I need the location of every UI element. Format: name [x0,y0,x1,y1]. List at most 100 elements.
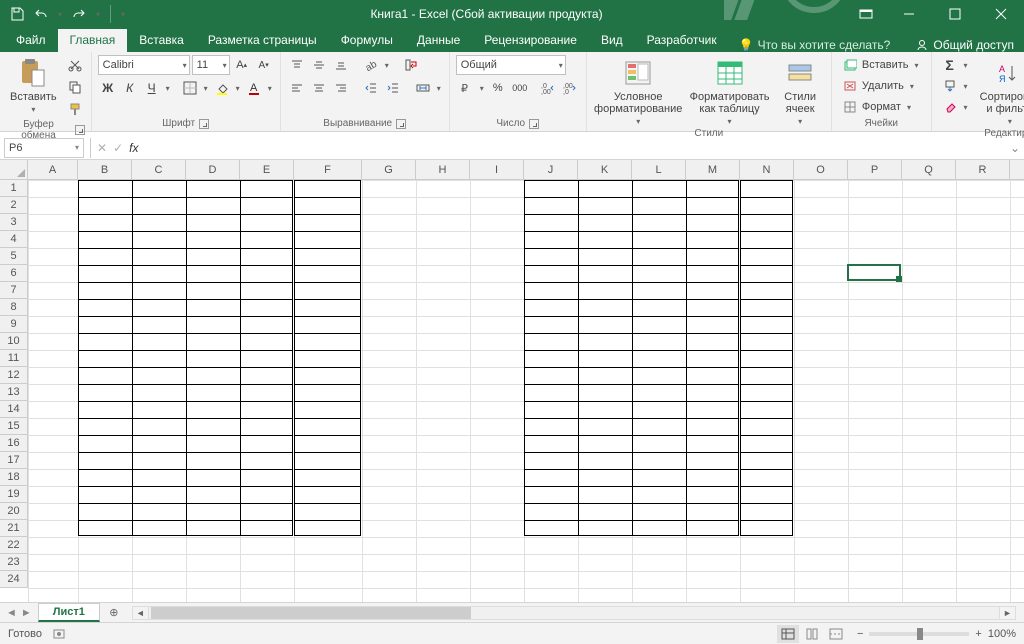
dialog-launcher-icon[interactable] [396,119,406,129]
number-format-combo[interactable]: Общий▾ [456,55,566,75]
row-header[interactable]: 16 [0,435,27,452]
bold-button[interactable]: Ж [98,78,118,98]
font-color-icon[interactable]: A [244,78,264,98]
paste-button[interactable]: Вставить ▾ [6,55,61,116]
tab-формулы[interactable]: Формулы [329,29,405,52]
col-header[interactable]: I [470,160,524,179]
tab-вид[interactable]: Вид [589,29,635,52]
row-header[interactable]: 1 [0,180,27,197]
tab-вставка[interactable]: Вставка [127,29,196,52]
fx-icon[interactable]: fx [129,141,138,155]
row-header[interactable]: 11 [0,350,27,367]
fill-button[interactable]: ▾ [938,76,974,96]
tab-данные[interactable]: Данные [405,29,472,52]
horizontal-scrollbar[interactable]: ◄ ► [132,606,1016,620]
format-cells-button[interactable]: Формат▾ [838,97,917,117]
view-normal-icon[interactable] [777,625,799,643]
borders-icon[interactable] [180,78,200,98]
decrease-decimal-icon[interactable]: ,00,0 [560,78,580,98]
row-header[interactable]: 21 [0,520,27,537]
cut-icon[interactable] [65,55,85,75]
zoom-slider[interactable] [869,632,969,636]
increase-indent-icon[interactable] [383,78,403,98]
dialog-launcher-icon[interactable] [75,125,85,135]
comma-format-icon[interactable]: 000 [510,78,530,98]
row-header[interactable]: 24 [0,571,27,588]
row-headers[interactable]: 123456789101112131415161718192021222324 [0,180,28,588]
view-page-break-icon[interactable] [825,625,847,643]
select-all-triangle[interactable] [0,160,28,180]
maximize-icon[interactable] [932,0,978,28]
col-header[interactable]: O [794,160,848,179]
conditional-formatting-button[interactable]: Условное форматирование▾ [593,55,684,128]
close-icon[interactable] [978,0,1024,28]
row-header[interactable]: 23 [0,554,27,571]
row-header[interactable]: 6 [0,265,27,282]
col-header[interactable]: P [848,160,902,179]
format-painter-icon[interactable] [65,99,85,119]
tell-me[interactable]: 💡 Что вы хотите сделать? [739,38,891,52]
dialog-launcher-icon[interactable] [199,119,209,129]
col-header[interactable]: B [78,160,132,179]
enter-formula-icon[interactable]: ✓ [113,141,123,155]
ribbon-display-options-icon[interactable] [846,7,886,21]
insert-cells-button[interactable]: Вставить▾ [838,55,925,75]
tab-file[interactable]: Файл [4,29,58,52]
column-headers[interactable]: ABCDEFGHIJKLMNOPQR [28,160,1024,180]
dialog-launcher-icon[interactable] [529,119,539,129]
align-left-icon[interactable] [287,78,307,98]
row-header[interactable]: 8 [0,299,27,316]
col-header[interactable]: C [132,160,186,179]
wrap-text-icon[interactable] [401,55,421,75]
qat-customize-icon[interactable]: ▾ [119,10,127,19]
view-page-layout-icon[interactable] [801,625,823,643]
expand-formula-bar-icon[interactable]: ⌄ [1006,141,1024,155]
tab-разметка страницы[interactable]: Разметка страницы [196,29,329,52]
row-header[interactable]: 7 [0,282,27,299]
row-header[interactable]: 3 [0,214,27,231]
borders-dropdown-icon[interactable]: ▾ [202,84,210,93]
orientation-icon[interactable]: ab [361,55,381,75]
italic-button[interactable]: К [120,78,140,98]
clear-button[interactable]: ▾ [938,97,974,117]
undo-icon[interactable] [32,5,50,23]
new-sheet-button[interactable]: ⊕ [104,605,124,620]
orientation-dropdown-icon[interactable]: ▾ [383,61,391,70]
col-header[interactable]: L [632,160,686,179]
sort-filter-button[interactable]: АЯ Сортировка и фильтр▾ [978,55,1024,128]
accounting-dropdown-icon[interactable]: ▾ [478,84,486,93]
increase-font-icon[interactable]: A▴ [232,55,252,75]
merge-dropdown-icon[interactable]: ▾ [435,84,443,93]
col-header[interactable]: R [956,160,1010,179]
copy-icon[interactable] [65,77,85,97]
row-header[interactable]: 5 [0,248,27,265]
fill-color-dropdown-icon[interactable]: ▾ [234,84,242,93]
font-size-combo[interactable]: 11▾ [192,55,230,75]
scroll-left-icon[interactable]: ◄ [133,607,149,619]
share-button[interactable]: Общий доступ [915,38,1024,52]
col-header[interactable]: K [578,160,632,179]
row-header[interactable]: 9 [0,316,27,333]
zoom-out-icon[interactable]: − [857,628,863,640]
col-header[interactable]: D [186,160,240,179]
redo-icon[interactable] [70,5,88,23]
delete-cells-button[interactable]: Удалить▾ [838,76,920,96]
align-middle-icon[interactable] [309,55,329,75]
font-color-dropdown-icon[interactable]: ▾ [266,84,274,93]
align-right-icon[interactable] [331,78,351,98]
align-center-icon[interactable] [309,78,329,98]
tab-разработчик[interactable]: Разработчик [635,29,729,52]
sheet-nav-next-icon[interactable]: ► [21,607,32,619]
autosum-button[interactable]: Σ▾ [938,55,974,75]
accounting-format-icon[interactable]: ₽ [456,78,476,98]
sheet-nav-prev-icon[interactable]: ◄ [6,607,17,619]
underline-button[interactable]: Ч [142,78,162,98]
name-box[interactable]: P6▾ [4,138,84,158]
col-header[interactable]: G [362,160,416,179]
merge-center-icon[interactable] [413,78,433,98]
sheet-tab-active[interactable]: Лист1 [38,603,100,622]
row-header[interactable]: 15 [0,418,27,435]
row-header[interactable]: 13 [0,384,27,401]
formula-input[interactable] [146,138,1006,158]
row-header[interactable]: 10 [0,333,27,350]
